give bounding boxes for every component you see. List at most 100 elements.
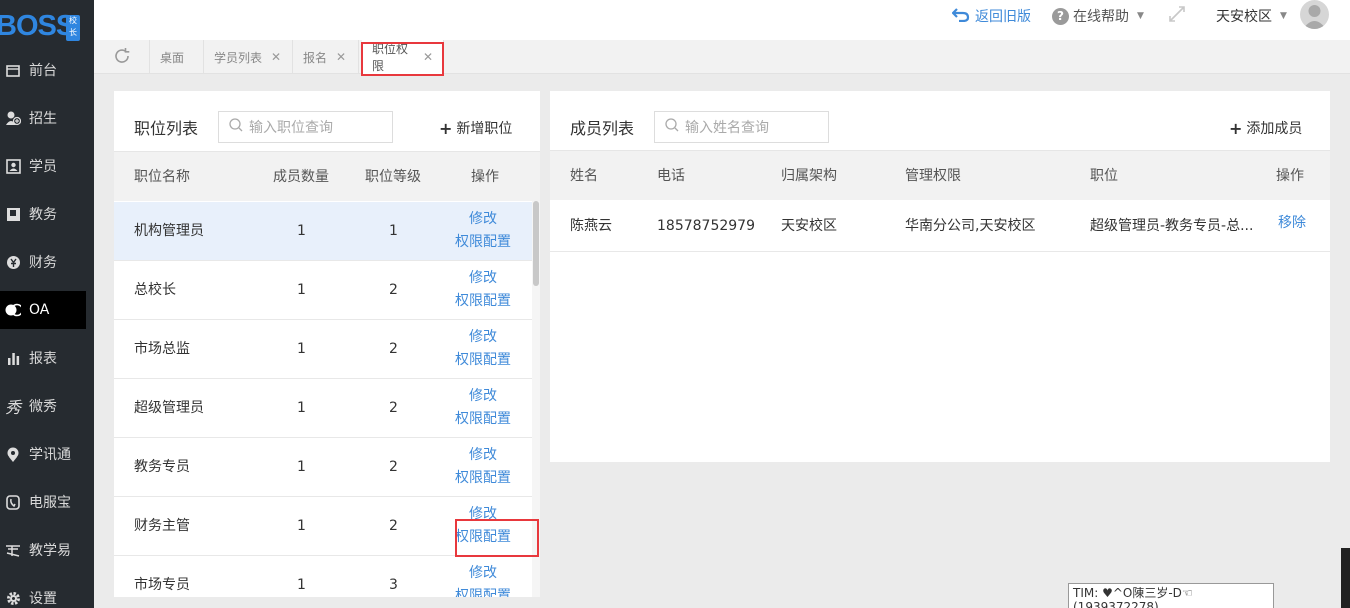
permission-config-link[interactable]: 权限配置 [443, 408, 523, 431]
search-placeholder: 输入职位查询 [249, 120, 333, 136]
permission-config-link[interactable]: 权限配置 [443, 349, 523, 372]
remove-member-link[interactable]: 移除 [1278, 198, 1306, 249]
table-row[interactable]: 教务专员 1 2 修改 权限配置 [114, 438, 532, 497]
sidebar-item-students[interactable]: 学员 [0, 147, 86, 185]
position-level: 3 [389, 577, 398, 593]
sidebar-item-settings[interactable]: 设置 [0, 579, 86, 608]
fullscreen-button[interactable] [1168, 0, 1186, 32]
tab-desktop[interactable]: 桌面 [150, 40, 204, 74]
scrollbar-thumb[interactable] [533, 201, 539, 286]
sidebar: BOSS 校长 前台 招生 学员 教务 财务 OA 报表 秀 微秀 学讯通 电服… [0, 0, 94, 608]
online-help-menu[interactable]: ? 在线帮助 ▼ [1052, 0, 1144, 32]
oa-icon [5, 302, 21, 318]
col-name: 姓名 [570, 168, 598, 184]
positions-title: 职位列表 [134, 119, 199, 138]
id-card-icon [5, 158, 21, 174]
logo-badge: 校长 [66, 15, 80, 41]
table-row[interactable]: 市场专员 1 3 修改 权限配置 [114, 556, 532, 597]
sidebar-item-label: 教学易 [29, 543, 71, 559]
member-count: 1 [297, 577, 306, 593]
table-row[interactable]: 超级管理员 1 2 修改 权限配置 [114, 379, 532, 438]
permission-config-link[interactable]: 权限配置 [443, 585, 523, 597]
row-actions: 修改 权限配置 [443, 444, 523, 490]
edit-link[interactable]: 修改 [443, 444, 523, 467]
back-to-old-version-link[interactable]: 返回旧版 [951, 0, 1031, 32]
edit-link[interactable]: 修改 [443, 208, 523, 231]
close-icon[interactable]: ✕ [271, 50, 281, 64]
position-name: 市场专员 [134, 577, 190, 593]
help-label: 在线帮助 [1073, 9, 1129, 25]
campus-switcher[interactable]: 天安校区 ▼ [1216, 0, 1287, 32]
col-phone: 电话 [657, 168, 685, 184]
desk-icon [5, 62, 21, 78]
tab-student-list[interactable]: 学员列表 ✕ [204, 40, 293, 74]
table-row[interactable]: 市场总监 1 2 修改 权限配置 [114, 320, 532, 379]
sidebar-item-label: 学讯通 [29, 447, 71, 463]
sidebar-item-label: 前台 [29, 63, 57, 79]
position-name: 财务主管 [134, 518, 190, 534]
add-member-label: 添加成员 [1246, 121, 1303, 137]
col-actions: 操作 [1276, 168, 1304, 184]
edit-link[interactable]: 修改 [443, 267, 523, 290]
position-search-input[interactable]: 输入职位查询 [218, 111, 393, 143]
member-search-input[interactable]: 输入姓名查询 [654, 111, 829, 143]
back-label: 返回旧版 [975, 9, 1031, 25]
add-position-button[interactable]: + 新增职位 [439, 118, 512, 138]
sidebar-item-xuexuntong[interactable]: 学讯通 [0, 435, 86, 473]
col-member-count: 成员数量 [273, 169, 329, 185]
sidebar-item-weixiu[interactable]: 秀 微秀 [0, 387, 86, 425]
permission-config-link[interactable]: 权限配置 [443, 467, 523, 490]
position-level: 1 [389, 223, 398, 239]
teach-icon [5, 542, 21, 558]
edit-link[interactable]: 修改 [443, 326, 523, 349]
sidebar-item-academic[interactable]: 教务 [0, 195, 86, 233]
avatar[interactable] [1300, 0, 1329, 29]
sidebar-item-finance[interactable]: 财务 [0, 243, 86, 281]
member-position: 超级管理员-教务专员-总... [1090, 218, 1254, 234]
yen-icon [5, 254, 21, 270]
sidebar-item-frontdesk[interactable]: 前台 [0, 51, 86, 89]
plus-icon: + [439, 118, 453, 138]
refresh-icon [113, 47, 131, 68]
close-icon[interactable]: ✕ [336, 50, 346, 64]
permission-config-link[interactable]: 权限配置 [443, 231, 523, 254]
xiu-icon: 秀 [5, 398, 22, 417]
refresh-button[interactable] [94, 40, 150, 74]
table-row[interactable]: 总校长 1 2 修改 权限配置 [114, 261, 532, 320]
table-row[interactable]: 机构管理员 1 1 修改 权限配置 [114, 202, 532, 261]
sidebar-item-oa[interactable]: OA [0, 291, 86, 329]
location-icon [5, 446, 21, 462]
add-member-button[interactable]: + 添加成员 [1229, 118, 1302, 138]
members-table-header: 姓名 电话 归属架构 管理权限 职位 操作 [550, 150, 1330, 200]
search-icon [665, 118, 679, 136]
member-count: 1 [297, 459, 306, 475]
position-level: 2 [389, 282, 398, 298]
col-position-level: 职位等级 [365, 169, 421, 185]
member-phone: 18578752979 [657, 218, 755, 234]
sidebar-item-dianfubao[interactable]: 电服宝 [0, 483, 86, 521]
permission-config-link[interactable]: 权限配置 [443, 290, 523, 313]
edit-link[interactable]: 修改 [443, 562, 523, 585]
sidebar-item-enroll[interactable]: 招生 [0, 99, 86, 137]
col-org: 归属架构 [781, 168, 837, 184]
phone-icon [5, 494, 21, 510]
caret-down-icon: ▼ [1137, 11, 1144, 21]
row-actions: 修改 权限配置 [443, 385, 523, 431]
edit-link[interactable]: 修改 [443, 385, 523, 408]
tab-label: 桌面 [160, 50, 185, 65]
plus-icon: + [1229, 118, 1243, 138]
sidebar-item-reports[interactable]: 报表 [0, 339, 86, 377]
member-count: 1 [297, 400, 306, 416]
tim-tooltip: TIM: ♥^O陳三岁-D☜(1939372278) …… [1068, 583, 1274, 608]
sidebar-item-jiaoxueyi[interactable]: 教学易 [0, 531, 86, 569]
member-count: 1 [297, 223, 306, 239]
logo-text: BOSS [0, 10, 75, 42]
position-name: 教务专员 [134, 459, 190, 475]
tab-enroll[interactable]: 报名 ✕ [293, 40, 359, 74]
row-actions: 修改 权限配置 [443, 562, 523, 597]
members-panel: 成员列表 输入姓名查询 + 添加成员 姓名 电话 归属架构 管理权限 职位 操作… [550, 91, 1330, 462]
member-org: 天安校区 [781, 218, 837, 234]
table-row[interactable]: 陈燕云 18578752979 天安校区 华南分公司,天安校区 超级管理员-教务… [550, 201, 1330, 252]
search-icon [229, 118, 243, 136]
member-count: 1 [297, 341, 306, 357]
